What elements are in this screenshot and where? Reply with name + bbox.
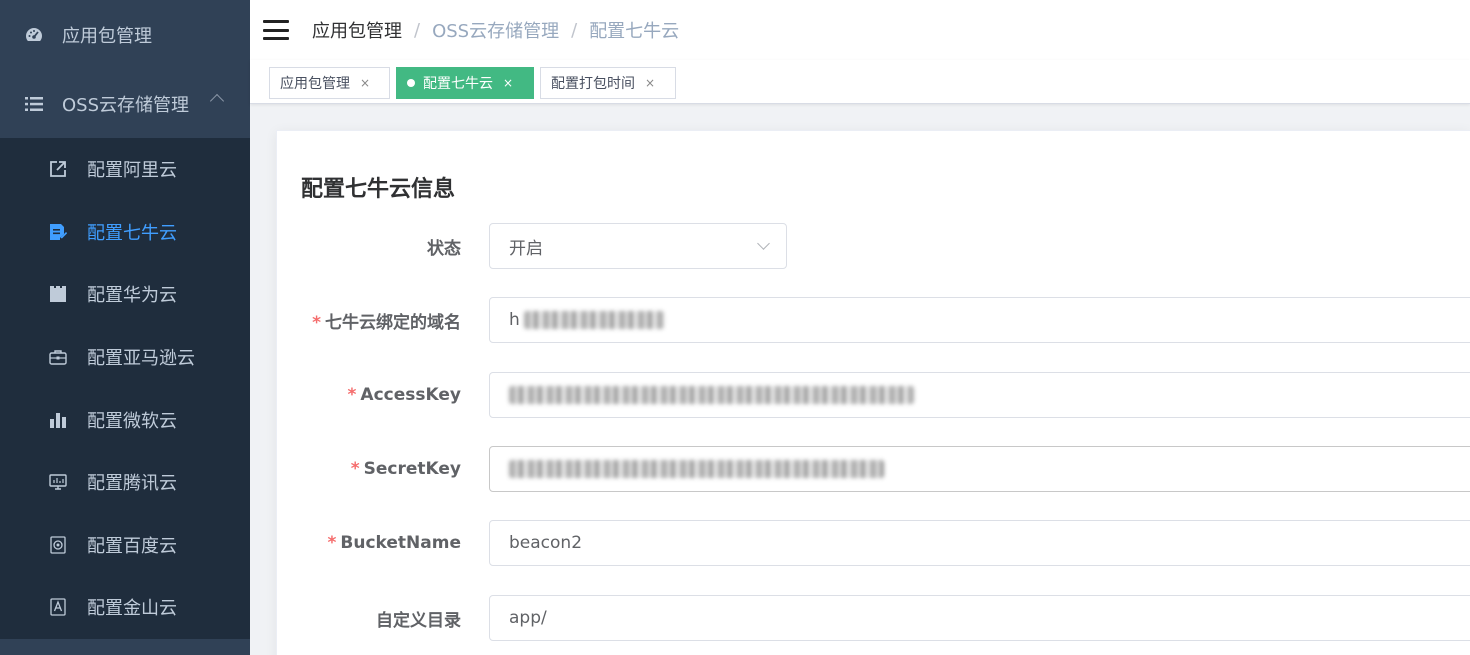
secretkey-input[interactable]	[489, 446, 1470, 492]
input-value: h	[509, 310, 520, 330]
form-label: 自定义目录	[376, 610, 461, 631]
sidebar-item-kingsoft[interactable]: 配置金山云	[0, 576, 250, 639]
tag-pack-time[interactable]: 配置打包时间 ×	[540, 67, 676, 99]
accesskey-input[interactable]	[489, 372, 1470, 418]
close-icon[interactable]: ×	[360, 76, 370, 90]
domain-input[interactable]: h	[489, 297, 1470, 343]
form-row-directory: 自定义目录 app/	[277, 595, 1470, 641]
sidebar-item-label: 配置亚马逊云	[87, 348, 195, 370]
form-label: 状态	[427, 238, 461, 259]
document-edit-icon	[48, 222, 68, 242]
sidebar-item-baidu[interactable]: 配置百度云	[0, 514, 250, 577]
form-label: * BucketName	[327, 533, 461, 553]
chevron-up-icon	[209, 93, 225, 109]
form-label: * AccessKey	[347, 385, 461, 405]
breadcrumb: 应用包管理 / OSS云存储管理 / 配置七牛云	[312, 17, 679, 43]
status-select[interactable]: 开启	[489, 223, 787, 269]
form-row-domain: * 七牛云绑定的域名 h	[277, 297, 1470, 343]
navbar: 应用包管理 / OSS云存储管理 / 配置七牛云	[250, 0, 1470, 60]
form-row-status: 状态 开启	[277, 223, 1470, 269]
sidebar-group-oss[interactable]: OSS云存储管理	[0, 69, 250, 138]
form-label: * 七牛云绑定的域名	[312, 312, 461, 333]
tag-label: 应用包管理	[280, 76, 350, 92]
sidebar-item-label: 配置华为云	[87, 285, 177, 307]
breadcrumb-item-current: 配置七牛云	[589, 21, 680, 42]
breadcrumb-separator: /	[571, 19, 578, 41]
sidebar: 应用包管理 OSS云存储管理 配置阿里云 配置七牛云 配置华为云 配置亚马逊云 …	[0, 0, 250, 655]
sidebar-item-qiniu[interactable]: 配置七牛云	[0, 201, 250, 264]
page-title: 配置七牛云信息	[301, 177, 456, 202]
tag-app-package[interactable]: 应用包管理 ×	[269, 67, 390, 99]
sidebar-submenu: 配置阿里云 配置七牛云 配置华为云 配置亚马逊云 配置微软云 配置腾讯云 配置百…	[0, 138, 250, 639]
sidebar-item-aliyun[interactable]: 配置阿里云	[0, 138, 250, 201]
breadcrumb-item-oss: OSS云存储管理	[432, 21, 560, 42]
sidebar-item-label: 配置腾讯云	[87, 473, 177, 495]
form-row-secretkey: * SecretKey	[277, 446, 1470, 492]
hamburger-menu-icon[interactable]	[263, 20, 289, 40]
close-icon[interactable]: ×	[645, 76, 655, 90]
bar-chart-icon	[48, 410, 68, 430]
form-row-accesskey: * AccessKey	[277, 372, 1470, 418]
sidebar-item-label: 应用包管理	[62, 25, 152, 47]
badge-icon	[48, 597, 68, 617]
breadcrumb-separator: /	[414, 19, 421, 41]
redacted-value	[509, 386, 914, 404]
tag-label: 配置七牛云	[423, 76, 493, 92]
clapperboard-icon	[48, 284, 68, 304]
target-icon	[48, 535, 68, 555]
sidebar-item-tencent[interactable]: 配置腾讯云	[0, 451, 250, 514]
input-value: app/	[509, 608, 547, 628]
chevron-down-icon	[757, 237, 770, 250]
config-card: 配置七牛云信息 状态 开启 * 七牛云绑定的域名 h * AccessKey * Se…	[276, 130, 1470, 655]
list-icon	[24, 94, 44, 114]
sidebar-item-amazon[interactable]: 配置亚马逊云	[0, 326, 250, 389]
custom-directory-input[interactable]: app/	[489, 595, 1470, 641]
sidebar-item-label: 配置七牛云	[87, 222, 177, 244]
select-value: 开启	[509, 238, 543, 259]
sidebar-group-label: OSS云存储管理	[62, 94, 190, 116]
external-link-icon	[48, 159, 68, 179]
tag-label: 配置打包时间	[551, 76, 635, 92]
close-icon[interactable]: ×	[503, 76, 513, 90]
redacted-value	[509, 460, 884, 478]
input-value: beacon2	[509, 533, 583, 553]
sidebar-item-huawei[interactable]: 配置华为云	[0, 263, 250, 326]
sidebar-item-label: 配置微软云	[87, 410, 177, 432]
dashboard-icon	[24, 25, 44, 45]
active-dot-icon	[407, 79, 415, 87]
form-label: * SecretKey	[350, 459, 461, 479]
tag-qiniu[interactable]: 配置七牛云 ×	[396, 67, 534, 99]
breadcrumb-item-app-package[interactable]: 应用包管理	[312, 17, 402, 43]
sidebar-item-label: 配置阿里云	[87, 160, 177, 182]
sidebar-item-label: 配置金山云	[87, 598, 177, 620]
sidebar-item-app-package[interactable]: 应用包管理	[0, 0, 250, 69]
bucketname-input[interactable]: beacon2	[489, 520, 1470, 566]
tags-view: 应用包管理 × 配置七牛云 × 配置打包时间 ×	[250, 60, 1470, 104]
sidebar-item-label: 配置百度云	[87, 535, 177, 557]
sidebar-item-microsoft[interactable]: 配置微软云	[0, 388, 250, 451]
redacted-value	[523, 311, 664, 329]
form-row-bucket: * BucketName beacon2	[277, 520, 1470, 566]
monitor-icon	[48, 472, 68, 492]
briefcase-icon	[48, 347, 68, 367]
